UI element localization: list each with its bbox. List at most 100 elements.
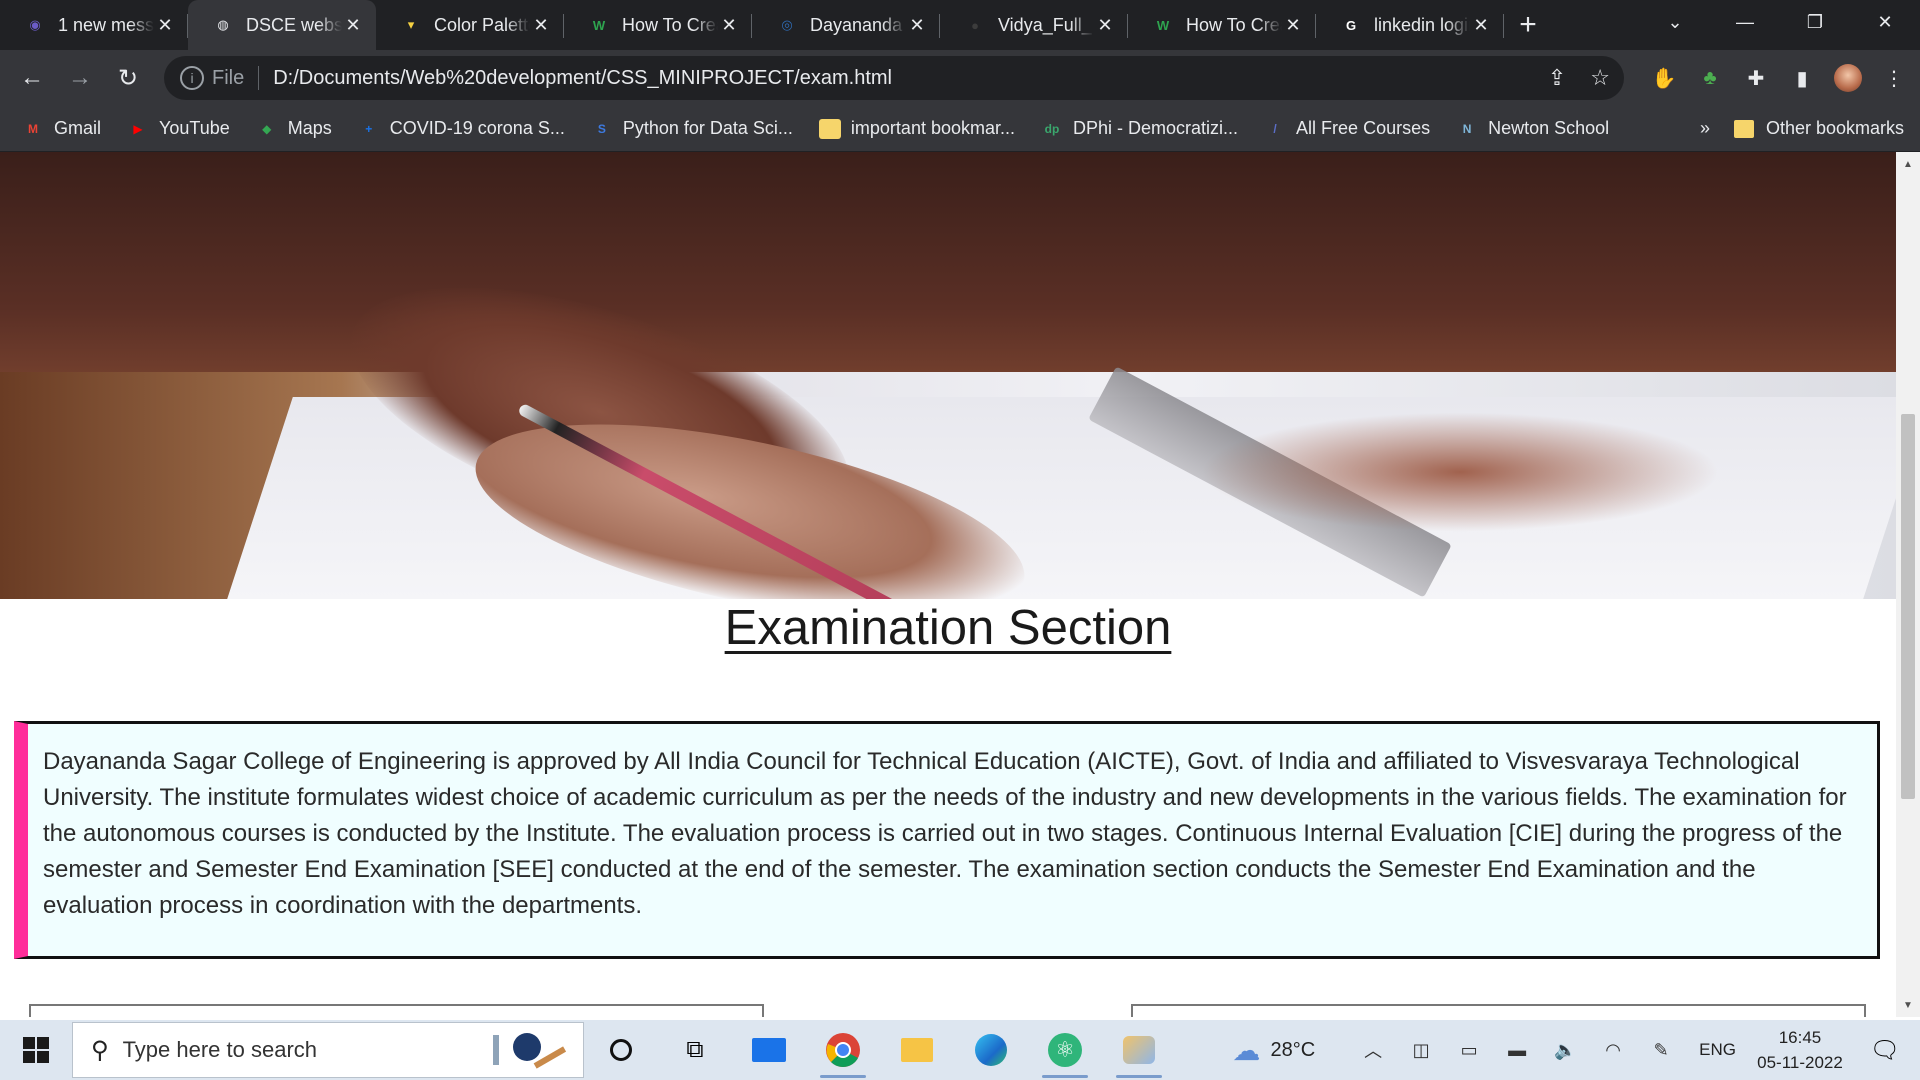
tab-favicon-icon: ▾ <box>407 17 415 32</box>
browser-tab[interactable]: W How To Create✕ <box>1128 0 1316 50</box>
tab-title: Vidya_Full_ <box>998 14 1092 35</box>
scroll-up-icon[interactable]: ▲ <box>1896 154 1920 174</box>
cortana-icon[interactable] <box>584 1020 658 1080</box>
system-tray: ☁ 28°C ︿ ◫ ▭ ▬ 🔈 ◠ ✎ ENG 16:45 05-11-202… <box>1232 1020 1920 1080</box>
profile-avatar[interactable] <box>1834 64 1862 92</box>
browser-tab[interactable]: ● Vidya_Full_ ✕ <box>940 0 1128 50</box>
bookmark-item[interactable]: N Newton School <box>1456 118 1609 139</box>
pen-icon[interactable]: ✎ <box>1637 1040 1685 1061</box>
forward-button[interactable]: → <box>56 54 104 102</box>
restore-button[interactable]: ❐ <box>1780 0 1850 44</box>
bookmark-label: Newton School <box>1488 118 1610 138</box>
page-scrollbar[interactable]: ▲ ▼ <box>1896 152 1920 1017</box>
tab-close-icon[interactable]: ✕ <box>154 15 176 36</box>
bookmark-label: Python for Data Sci... <box>622 118 793 138</box>
maps-icon: ◆ <box>262 121 272 136</box>
other-bookmarks[interactable]: Other bookmarks <box>1733 118 1904 139</box>
new-tab-button[interactable]: + <box>1504 0 1552 50</box>
wifi-icon[interactable]: ◠ <box>1589 1040 1637 1061</box>
tab-favicon-icon: ◍ <box>217 17 229 32</box>
tab-favicon-icon: W <box>592 17 606 33</box>
address-divider <box>258 66 260 90</box>
paint-icon[interactable] <box>1102 1020 1176 1080</box>
bookmark-label: Maps <box>287 118 332 138</box>
weather-temperature: 28°C <box>1270 1038 1316 1061</box>
taskbar-search-box[interactable]: ⚲ Type here to search <box>72 1022 584 1078</box>
meet-now-icon[interactable]: ◫ <box>1397 1040 1445 1061</box>
browser-tab[interactable]: Glinkedin login ✕ <box>1316 0 1504 50</box>
tab-close-icon[interactable]: ✕ <box>1470 15 1492 36</box>
tab-close-icon[interactable]: ✕ <box>718 15 740 36</box>
close-window-button[interactable]: ✕ <box>1850 0 1920 44</box>
page-title: Examination Section <box>724 601 1172 655</box>
mail-icon[interactable] <box>732 1020 806 1080</box>
bookmarks-bar: M Gmail ▶ YouTube ◆ Maps + COVID-19 corona S...… <box>0 106 1920 152</box>
tab-search-icon[interactable]: ⌄ <box>1640 0 1710 44</box>
display-icon[interactable]: ▭ <box>1445 1040 1493 1061</box>
tab-close-icon[interactable]: ✕ <box>1094 15 1116 36</box>
newton-icon: N <box>1462 121 1472 136</box>
scrollbar-thumb[interactable] <box>1901 414 1915 799</box>
tab-favicon-icon: G <box>1345 17 1357 33</box>
clock[interactable]: 16:45 05-11-2022 <box>1750 1025 1850 1075</box>
intro-box: Dayananda Sagar College of Engineering i… <box>14 721 1880 959</box>
adblock-extension-icon[interactable]: ✋ <box>1650 64 1678 92</box>
input-language[interactable]: ENG <box>1699 1040 1736 1060</box>
bookmark-item[interactable]: S Python for Data Sci... <box>591 118 793 139</box>
tab-favicon-icon: ● <box>971 17 979 33</box>
task-view-icon[interactable]: ⧉ <box>658 1020 732 1080</box>
tab-favicon-icon: W <box>1156 17 1170 33</box>
url-text[interactable]: D:/Documents/Web%20development/CSS_MINIP… <box>273 67 892 90</box>
bookmark-item[interactable]: ▶ YouTube <box>127 118 229 139</box>
browser-tab[interactable]: ◎ Dayananda ✕ <box>752 0 940 50</box>
tab-close-icon[interactable]: ✕ <box>1282 15 1304 36</box>
show-hidden-icons-chevron-icon[interactable]: ︿ <box>1349 1037 1397 1063</box>
tree-extension-icon[interactable]: ♣ <box>1696 64 1724 92</box>
windows-logo-icon <box>23 1037 49 1063</box>
start-button[interactable] <box>0 1020 72 1080</box>
atom-icon[interactable]: ⚛ <box>1028 1020 1102 1080</box>
weather-widget[interactable]: ☁ 28°C <box>1232 1034 1315 1067</box>
notification-center-icon[interactable]: 🗨 <box>1850 1036 1920 1065</box>
back-button[interactable]: ← <box>8 54 56 102</box>
clock-date: 05-11-2022 <box>1757 1053 1843 1072</box>
card-right <box>1131 1004 1866 1017</box>
reload-button[interactable]: ↻ <box>104 54 152 102</box>
minimize-button[interactable]: — <box>1710 0 1780 44</box>
share-icon[interactable]: ⇪ <box>1548 65 1566 91</box>
bookmark-item[interactable]: + COVID-19 corona S... <box>358 118 565 139</box>
bookmark-item[interactable]: M Gmail <box>22 118 101 139</box>
search-highlight-icon <box>493 1033 567 1069</box>
browser-tab[interactable]: ◍ DSCE website✕ <box>188 0 376 50</box>
chrome-icon[interactable] <box>806 1020 880 1080</box>
browser-tab[interactable]: ▾ Color Palette ✕ <box>376 0 564 50</box>
browser-tab[interactable]: ◉ 1 new message✕ <box>0 0 188 50</box>
card-left <box>29 1004 764 1017</box>
battery-icon[interactable]: ▬ <box>1493 1040 1541 1061</box>
browser-menu-icon[interactable]: ⋮ <box>1880 64 1908 92</box>
edge-icon[interactable] <box>954 1020 1028 1080</box>
site-info-icon[interactable]: i <box>180 66 204 90</box>
side-panel-icon[interactable]: ▮ <box>1788 64 1816 92</box>
tab-close-icon[interactable]: ✕ <box>530 15 552 36</box>
courses-icon: / <box>1273 121 1277 136</box>
address-bar[interactable]: i File D:/Documents/Web%20development/CS… <box>164 56 1624 100</box>
hero-image <box>0 152 1896 599</box>
taskbar-search-placeholder: Type here to search <box>122 1037 318 1062</box>
bookmark-item[interactable]: / All Free Courses <box>1264 118 1430 139</box>
bookmark-item[interactable]: dp DPhi - Democratizi... <box>1041 118 1238 139</box>
tab-close-icon[interactable]: ✕ <box>906 15 928 36</box>
bookmark-star-icon[interactable]: ☆ <box>1590 65 1610 91</box>
bookmark-item[interactable]: ◆ Maps <box>256 118 332 139</box>
browser-tab[interactable]: W How To Create✕ <box>564 0 752 50</box>
bookmarks-overflow-button[interactable]: » <box>1700 118 1710 139</box>
volume-icon[interactable]: 🔈 <box>1541 1040 1589 1061</box>
scroll-down-icon[interactable]: ▼ <box>1896 995 1920 1015</box>
extensions-puzzle-icon[interactable]: ✚ <box>1742 64 1770 92</box>
gmail-icon: M <box>28 121 38 136</box>
tab-close-icon[interactable]: ✕ <box>342 15 364 36</box>
scheme-label: File <box>212 66 245 89</box>
bookmark-item[interactable]: important bookmar... <box>818 118 1015 139</box>
clock-time: 16:45 <box>1778 1028 1822 1047</box>
file-explorer-icon[interactable] <box>880 1020 954 1080</box>
